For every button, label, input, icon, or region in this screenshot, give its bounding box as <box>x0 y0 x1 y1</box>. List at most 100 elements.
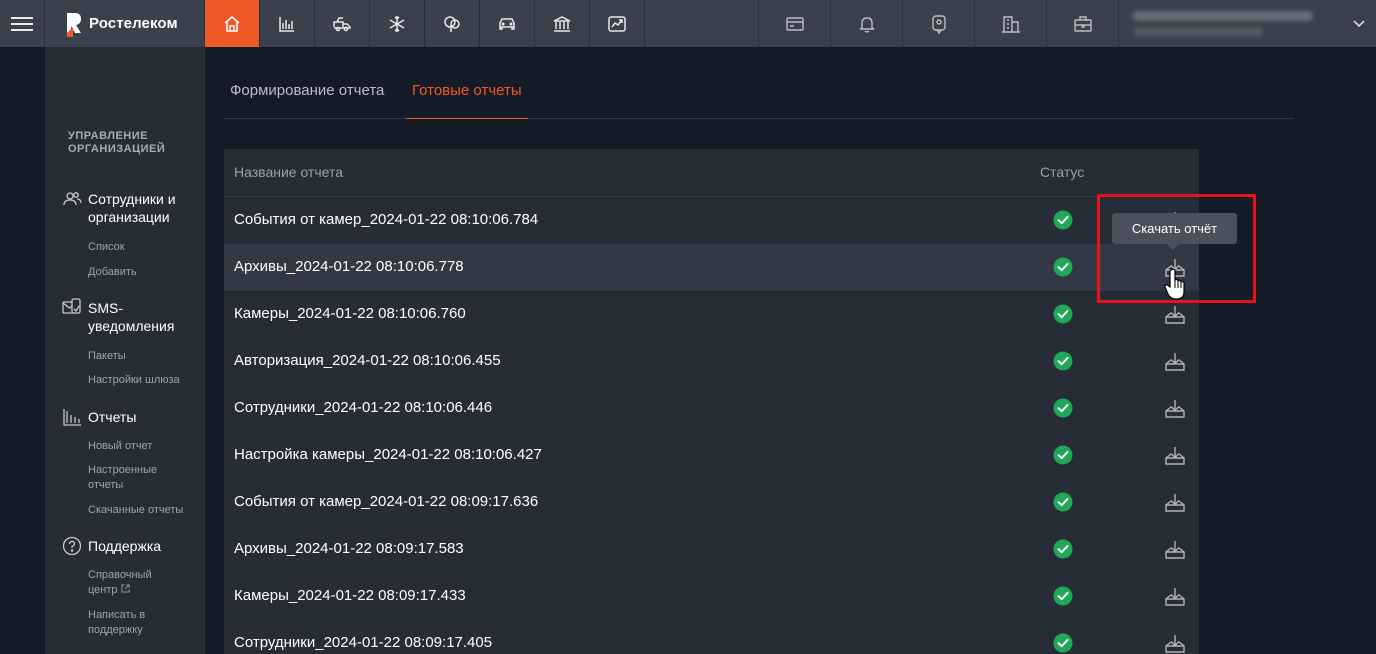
download-icon[interactable] <box>1164 398 1186 420</box>
sidebar-section-label: Отчеты <box>88 409 137 425</box>
nav-analytics[interactable] <box>260 0 315 47</box>
table-row[interactable]: Сотрудники_2024-01-22 08:10:06.446 <box>224 385 1199 432</box>
nav-buildings[interactable] <box>974 0 1046 47</box>
table-row[interactable]: Камеры_2024-01-22 08:09:17.433 <box>224 573 1199 620</box>
sidebar-heading: УПРАВЛЕНИЕ ОРГАНИЗАЦИЕЙ <box>68 130 166 155</box>
sms-icon <box>62 298 81 314</box>
tab-report-builder[interactable]: Формирование отчета <box>224 70 390 119</box>
nav-transport[interactable] <box>315 0 370 47</box>
table-row[interactable]: События от камер_2024-01-22 08:10:06.784 <box>224 197 1199 244</box>
status-success-icon <box>1053 304 1073 324</box>
sidebar: УПРАВЛЕНИЕ ОРГАНИЗАЦИЕЙ Сотрудники и орга… <box>45 47 205 654</box>
table-header: Название отчета Статус <box>224 149 1199 197</box>
report-name: Камеры_2024-01-22 08:10:06.760 <box>234 305 466 322</box>
report-name: Настройка камеры_2024-01-22 08:10:06.427 <box>234 446 542 463</box>
download-icon[interactable] <box>1164 633 1186 654</box>
report-name: События от камер_2024-01-22 08:10:06.784 <box>234 211 539 228</box>
sidebar-item-gateway-settings[interactable]: Настройки шлюза <box>88 373 203 388</box>
status-success-icon <box>1053 210 1073 230</box>
trend-chart-icon <box>608 15 626 32</box>
table-row[interactable]: Авторизация_2024-01-22 08:10:06.455 <box>224 338 1199 385</box>
status-success-icon <box>1053 586 1073 606</box>
bell-icon <box>859 16 874 33</box>
nav-ecology[interactable] <box>425 0 480 47</box>
users-icon <box>63 192 82 206</box>
download-icon[interactable] <box>1164 586 1186 608</box>
sidebar-section-support[interactable]: Поддержка <box>62 536 198 556</box>
briefcase-icon <box>1073 15 1092 32</box>
nav-climate[interactable] <box>370 0 425 47</box>
table-row[interactable]: Камеры_2024-01-22 08:10:06.760 <box>224 291 1199 338</box>
status-success-icon <box>1053 492 1073 512</box>
menu-button[interactable] <box>0 0 45 47</box>
report-name: Архивы_2024-01-22 08:09:17.583 <box>234 540 464 557</box>
nav-trends[interactable] <box>590 0 645 47</box>
table-row[interactable]: События от камер_2024-01-22 08:09:17.636 <box>224 479 1199 526</box>
sidebar-section-label: SMS-уведомления <box>88 300 175 334</box>
bar-chart-icon <box>279 16 294 32</box>
card-icon <box>785 16 804 31</box>
report-chart-icon <box>63 409 81 426</box>
reports-table: Название отчета Статус События от камер_… <box>224 149 1199 654</box>
sidebar-item-contact-support[interactable]: Написать в поддержку <box>88 608 168 638</box>
sidebar-item-new-report[interactable]: Новый отчет <box>88 439 203 454</box>
sidebar-item-configured-reports[interactable]: Настроенные отчеты <box>88 463 178 493</box>
nav-business[interactable] <box>1046 0 1118 47</box>
column-header-name: Название отчета <box>234 164 343 180</box>
nav-notifications[interactable] <box>830 0 902 47</box>
sidebar-section-employees[interactable]: Сотрудники и организации <box>62 190 198 226</box>
report-name: Архивы_2024-01-22 08:10:06.778 <box>234 258 464 275</box>
status-success-icon <box>1053 257 1073 277</box>
download-icon[interactable] <box>1164 445 1186 467</box>
sidebar-section-reports[interactable]: Отчеты <box>62 408 198 427</box>
table-row[interactable]: Настройка камеры_2024-01-22 08:10:06.427 <box>224 432 1199 479</box>
brand[interactable]: Ростелеком <box>45 0 205 47</box>
main-nav <box>205 0 645 47</box>
table-row[interactable]: Архивы_2024-01-22 08:09:17.583 <box>224 526 1199 573</box>
nav-cars[interactable] <box>480 0 535 47</box>
sidebar-section-label: Сотрудники и организации <box>88 191 176 225</box>
table-row[interactable]: Архивы_2024-01-22 08:10:06.778 <box>224 244 1199 291</box>
report-name: Сотрудники_2024-01-22 08:09:17.405 <box>234 634 493 651</box>
nav-billing[interactable] <box>758 0 830 47</box>
hand-pointer-cursor-icon <box>1164 268 1185 300</box>
status-success-icon <box>1053 445 1073 465</box>
sidebar-item-list[interactable]: Список <box>88 240 203 255</box>
download-icon[interactable] <box>1164 539 1186 561</box>
download-icon[interactable] <box>1164 492 1186 514</box>
external-link-icon <box>121 584 130 593</box>
utility-nav <box>758 0 1118 47</box>
building-icon <box>1001 15 1020 33</box>
tab-ready-reports[interactable]: Готовые отчеты <box>406 70 528 119</box>
sidebar-item-packages[interactable]: Пакеты <box>88 349 203 364</box>
nav-home[interactable] <box>205 0 260 47</box>
nav-government[interactable] <box>535 0 590 47</box>
user-name-blurred <box>1133 11 1313 36</box>
report-tabs: Формирование отчета Готовые отчеты <box>224 70 1294 119</box>
report-name: Камеры_2024-01-22 08:09:17.433 <box>234 587 466 604</box>
top-bar: Ростелеком <box>0 0 1376 47</box>
status-success-icon <box>1053 398 1073 418</box>
status-success-icon <box>1053 351 1073 371</box>
sidebar-item-help-center[interactable]: Справочный центр <box>88 568 168 598</box>
sidebar-item-add[interactable]: Добавить <box>88 265 203 280</box>
rostelecom-logo-icon <box>67 12 81 37</box>
chevron-down-icon <box>1353 20 1365 28</box>
car-icon <box>499 17 515 30</box>
report-name: События от камер_2024-01-22 08:09:17.636 <box>234 493 539 510</box>
nav-location[interactable] <box>902 0 974 47</box>
status-success-icon <box>1053 633 1073 653</box>
help-icon <box>62 536 82 556</box>
download-icon[interactable] <box>1164 304 1186 326</box>
tree-icon <box>444 15 460 32</box>
table-body: События от камер_2024-01-22 08:10:06.784… <box>224 197 1199 654</box>
sidebar-section-sms[interactable]: SMS-уведомления <box>62 298 198 335</box>
download-icon[interactable] <box>1164 351 1186 373</box>
sidebar-item-downloaded-reports[interactable]: Скачанные отчеты <box>88 503 203 518</box>
sidebar-section-label: Поддержка <box>88 538 162 554</box>
bank-icon <box>553 15 571 32</box>
table-row[interactable]: Сотрудники_2024-01-22 08:09:17.405 <box>224 620 1199 654</box>
map-marker-icon <box>931 14 946 34</box>
user-menu[interactable] <box>1118 0 1376 47</box>
truck-icon <box>333 16 351 31</box>
